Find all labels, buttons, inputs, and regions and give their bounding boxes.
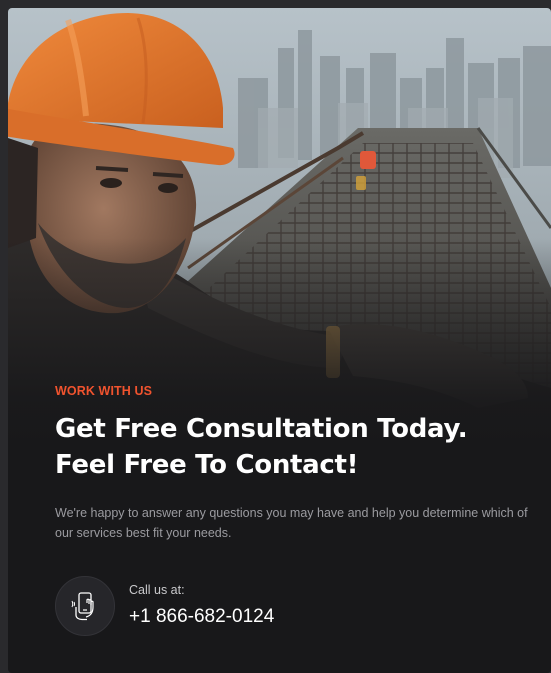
headline-line-1: Get Free Consultation Today. xyxy=(55,414,468,444)
consultation-content: WORK WITH US Get Free Consultation Today… xyxy=(55,384,535,543)
phone-number-link[interactable]: +1 866-682-0124 xyxy=(129,606,274,628)
section-headline: Get Free Consultation Today. Feel Free T… xyxy=(55,411,535,483)
section-eyebrow: WORK WITH US xyxy=(55,384,153,398)
call-us-block: Call us at: +1 866-682-0124 xyxy=(55,576,274,636)
headline-line-2: Feel Free To Contact! xyxy=(55,450,359,480)
call-us-text: Call us at: +1 866-682-0124 xyxy=(129,582,274,628)
section-description: We're happy to answer any questions you … xyxy=(55,506,528,540)
call-us-label: Call us at: xyxy=(129,582,185,597)
consultation-card: WORK WITH US Get Free Consultation Today… xyxy=(8,8,551,673)
phone-in-hand-icon xyxy=(55,576,115,636)
